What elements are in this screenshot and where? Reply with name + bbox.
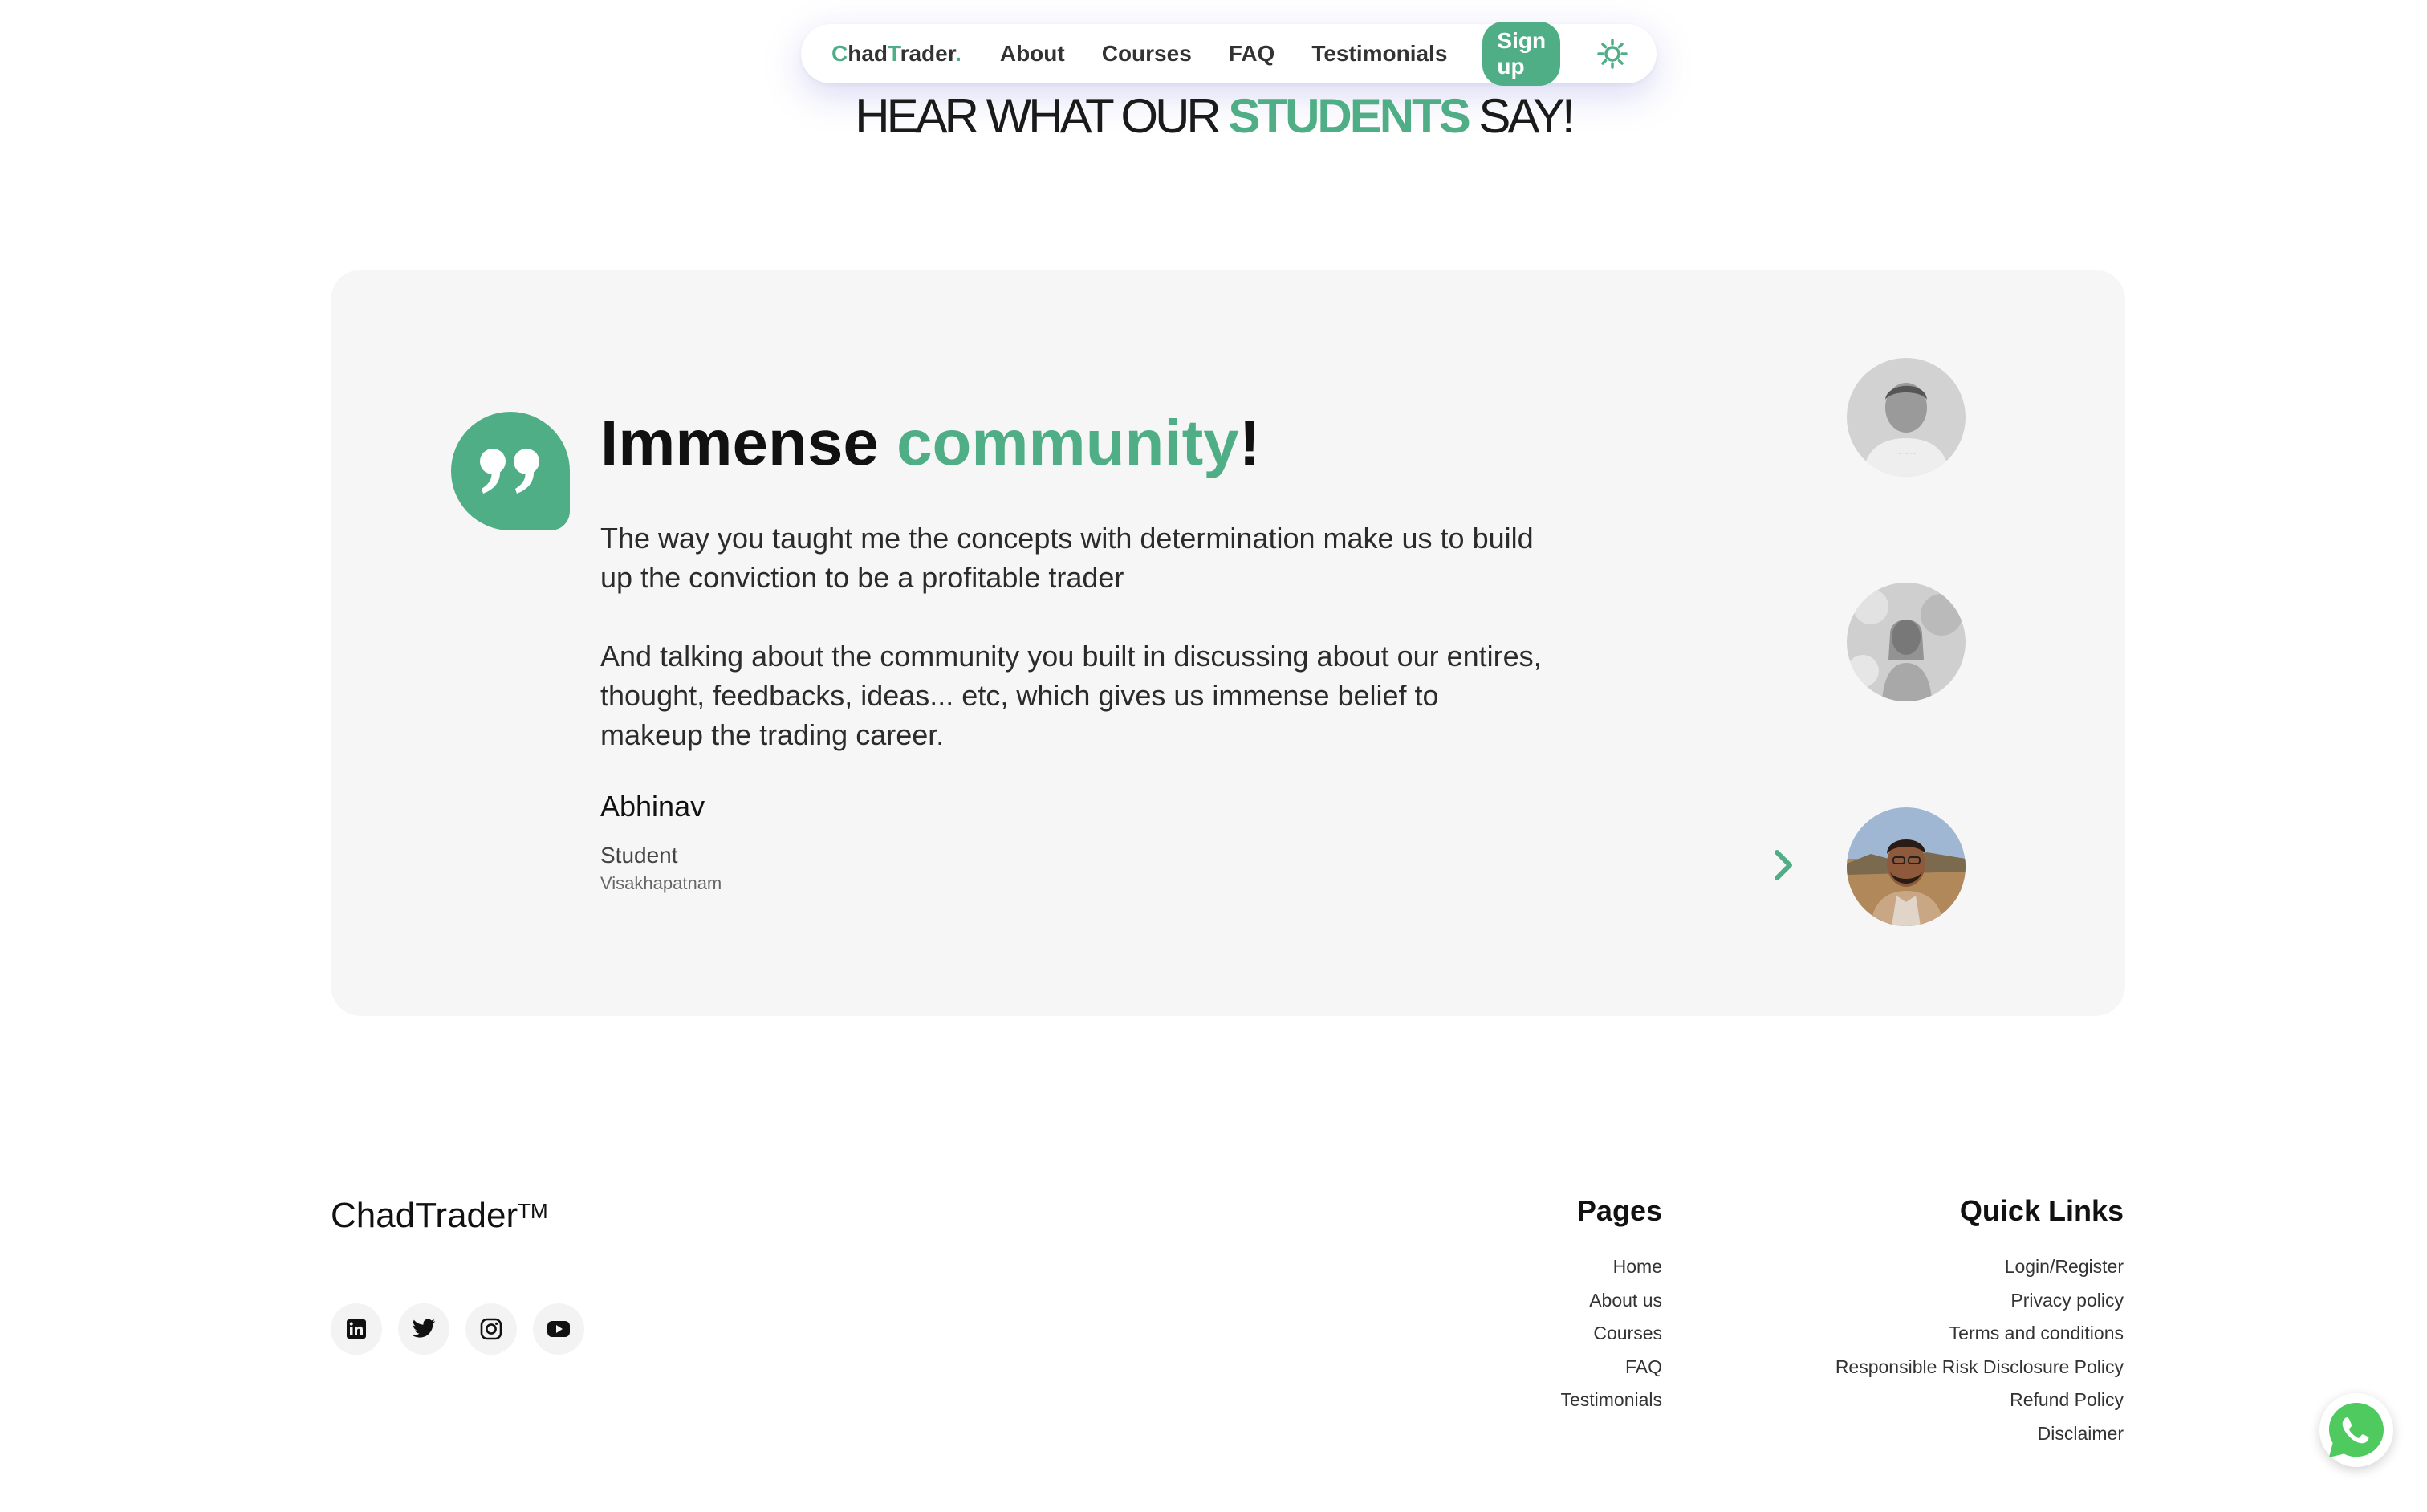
logo-letter-t: T: [888, 41, 900, 66]
logo-letter-c: C: [831, 41, 848, 66]
logo-dot: .: [955, 41, 961, 66]
title-accent: community: [896, 407, 1239, 478]
testimonial-title: Immense community!: [600, 406, 1260, 480]
title-post: !: [1238, 407, 1261, 478]
nav-link-about[interactable]: About: [1000, 41, 1065, 67]
footer-brand-name: ChadTrader: [331, 1196, 518, 1235]
student-city: Visakhapatnam: [600, 873, 722, 893]
logo-text-had: had: [848, 41, 888, 66]
nav-link-testimonials[interactable]: Testimonials: [1311, 41, 1447, 67]
footer-link-terms[interactable]: Terms and conditions: [1835, 1317, 2124, 1351]
footer-quick-links-title: Quick Links: [1959, 1194, 2124, 1227]
footer-quick-links-column: Quick Links Login/Register Privacy polic…: [1835, 1194, 2124, 1450]
student-role: Student: [600, 843, 678, 868]
footer-link-privacy[interactable]: Privacy policy: [1835, 1284, 2124, 1318]
avatar-student-2[interactable]: [1847, 583, 1966, 701]
top-nav: ChadTrader. About Courses FAQ Testimonia…: [801, 22, 1657, 86]
brand-logo[interactable]: ChadTrader.: [831, 41, 961, 67]
footer-link-login[interactable]: Login/Register: [1835, 1250, 2124, 1284]
nav-link-faq[interactable]: FAQ: [1229, 41, 1275, 67]
footer-link-courses[interactable]: Courses: [1560, 1317, 1662, 1351]
heading-post: SAY!: [1468, 89, 1575, 143]
twitter-icon[interactable]: [398, 1303, 449, 1355]
testimonial-paragraph-2: And talking about the community you buil…: [600, 640, 1542, 751]
linkedin-icon[interactable]: [331, 1303, 382, 1355]
heading-strong: STUDENTS: [1228, 89, 1470, 143]
signup-button[interactable]: Sign up: [1482, 22, 1561, 86]
footer-link-about[interactable]: About us: [1560, 1284, 1662, 1318]
heading-pre: HEAR WHAT OUR: [855, 89, 1229, 143]
title-pre: Immense: [600, 407, 897, 478]
footer-link-risk-disclosure[interactable]: Responsible Risk Disclosure Policy: [1835, 1351, 2124, 1384]
nav-link-courses[interactable]: Courses: [1102, 41, 1192, 67]
avatar-student-1[interactable]: ~~~: [1847, 358, 1966, 477]
testimonial-card: Immense community! The way you taught me…: [331, 270, 2125, 1016]
footer-brand: ChadTraderTM: [331, 1196, 548, 1236]
footer-link-home[interactable]: Home: [1560, 1250, 1662, 1284]
student-name: Abhinav: [600, 790, 705, 823]
section-heading: HEAR WHAT OUR STUDENTS SAY!: [0, 88, 2427, 144]
youtube-icon[interactable]: [533, 1303, 584, 1355]
trademark-mark: TM: [518, 1199, 548, 1223]
social-links: [331, 1303, 584, 1355]
chevron-right-icon[interactable]: [1767, 846, 1799, 884]
footer-link-refund[interactable]: Refund Policy: [1835, 1384, 2124, 1417]
footer-link-disclaimer[interactable]: Disclaimer: [1835, 1417, 2124, 1451]
testimonial-body: The way you taught me the concepts with …: [600, 518, 1547, 754]
footer-link-testimonials[interactable]: Testimonials: [1560, 1384, 1662, 1417]
footer-pages-title: Pages: [1576, 1194, 1662, 1227]
testimonial-paragraph-1: The way you taught me the concepts with …: [600, 522, 1534, 594]
whatsapp-icon[interactable]: [2319, 1393, 2393, 1467]
avatar-student-3-active[interactable]: [1847, 807, 1966, 926]
quote-icon: [451, 412, 570, 530]
footer-link-faq[interactable]: FAQ: [1560, 1351, 1662, 1384]
footer-pages-column: Pages Home About us Courses FAQ Testimon…: [1560, 1194, 1662, 1417]
logo-text-rader: rader: [900, 41, 956, 66]
svg-text:~~~: ~~~: [1895, 448, 1917, 458]
instagram-icon[interactable]: [465, 1303, 517, 1355]
sun-icon[interactable]: [1597, 39, 1628, 69]
